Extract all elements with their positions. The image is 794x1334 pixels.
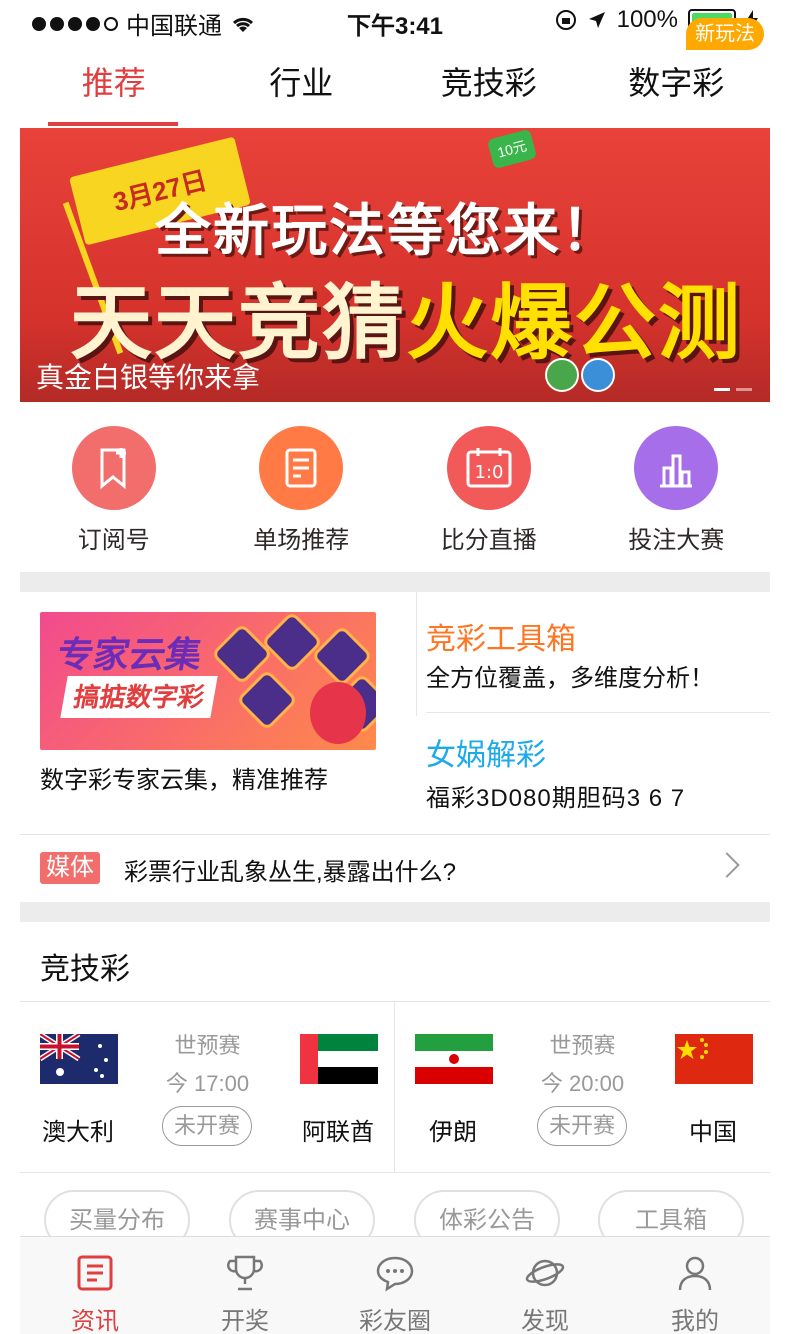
canvas: 中国联通 下午3:41 100% 推荐 行业 竞技彩 数字彩 3月27日 10元… xyxy=(0,0,794,1334)
battery-label: 100% xyxy=(616,6,678,33)
iran-flag-icon xyxy=(415,1034,493,1084)
banner-headline-2b: 火爆公测 xyxy=(406,278,743,369)
nav-discover[interactable]: 发现 xyxy=(470,1237,620,1334)
lottery-ball xyxy=(581,358,615,392)
menu-label: 比分直播 xyxy=(440,527,537,554)
match-round: 世预赛 xyxy=(549,1033,616,1058)
news-row[interactable]: 媒体 彩票行业乱象丛生,暴露出什么? xyxy=(20,834,770,902)
home-team: 澳大利 xyxy=(42,1119,114,1146)
matches: 澳大利 世预赛 今 17:00 未开赛 阿联酋 伊朗 世预赛 今 20:00 未… xyxy=(20,1002,770,1172)
menu-label: 订阅号 xyxy=(77,527,150,554)
section-gap xyxy=(20,572,770,592)
lottery-ball xyxy=(545,358,579,392)
nav-label: 发现 xyxy=(521,1308,569,1334)
expert-cloud-image[interactable]: 专家云集 搞掂数字彩 xyxy=(40,612,376,750)
menu-item-contest[interactable]: 投注大赛 xyxy=(583,404,771,570)
media-badge: 媒体 xyxy=(40,852,100,884)
tab-recommend[interactable]: 推荐 xyxy=(20,58,208,118)
bookmark-plus-icon xyxy=(71,426,156,510)
match-card[interactable]: 伊朗 世预赛 今 20:00 未开赛 中国 xyxy=(395,1002,770,1172)
menu-item-live-score[interactable]: 1:0 比分直播 xyxy=(395,404,583,570)
carousel-dot xyxy=(736,388,752,391)
lottery-balls xyxy=(545,358,615,392)
top-tabs: 推荐 行业 竞技彩 数字彩 xyxy=(20,58,770,118)
row-divider xyxy=(20,1172,770,1173)
section-gap xyxy=(20,902,770,922)
menu-label: 投注大赛 xyxy=(628,527,725,554)
active-tab-indicator xyxy=(48,122,178,126)
location-icon xyxy=(588,12,605,28)
toolbox-title[interactable]: 竞彩工具箱 xyxy=(426,614,576,658)
new-play-tag: 新玩法 xyxy=(686,18,764,50)
parrot-mascot xyxy=(310,682,366,744)
nuwa-title[interactable]: 女娲解彩 xyxy=(426,730,546,774)
carousel-indicator xyxy=(714,388,752,391)
nav-label: 我的 xyxy=(671,1308,719,1334)
phone-screen: 中国联通 下午3:41 100% 推荐 行业 竞技彩 数字彩 3月27日 10元… xyxy=(20,0,770,1334)
news-icon xyxy=(71,1249,119,1297)
status-bar: 中国联通 下午3:41 100% xyxy=(20,0,770,40)
menu-item-subscribe[interactable]: 订阅号 xyxy=(20,404,208,570)
scoreboard-icon: 1:0 xyxy=(446,426,531,510)
carousel-dot xyxy=(714,388,730,391)
expert-cloud-caption[interactable]: 数字彩专家云集，精准推荐 xyxy=(40,760,328,795)
expert-avatar xyxy=(260,612,324,674)
trophy-icon xyxy=(221,1249,269,1297)
nav-label: 资讯 xyxy=(71,1308,119,1334)
nav-news[interactable]: 资讯 xyxy=(20,1237,170,1334)
tab-sports-lottery[interactable]: 竞技彩 xyxy=(395,58,583,118)
toolbox-desc: 全方位覆盖，多维度分析！ xyxy=(426,665,714,692)
expert-cloud-title: 专家云集 xyxy=(53,634,206,675)
bar-chart-icon xyxy=(634,426,719,510)
vertical-divider xyxy=(416,592,417,716)
menu-item-single-pick[interactable]: 单场推荐 xyxy=(208,404,396,570)
match-time: 今 20:00 xyxy=(540,1071,625,1096)
home-team: 伊朗 xyxy=(429,1119,477,1146)
match-time: 今 17:00 xyxy=(165,1071,250,1096)
banner-caption: 真金白银等你来拿 xyxy=(36,362,261,393)
nav-profile[interactable]: 我的 xyxy=(620,1237,770,1334)
nav-label: 开奖 xyxy=(221,1308,269,1334)
chevron-right-icon xyxy=(714,852,740,878)
match-status: 未开赛 xyxy=(162,1106,252,1146)
match-status: 未开赛 xyxy=(537,1106,627,1146)
nav-community[interactable]: 彩友圈 xyxy=(320,1237,470,1334)
nuwa-desc: 福彩3D080期胆码3 6 7 xyxy=(426,785,686,812)
menu-label: 单场推荐 xyxy=(253,527,350,554)
rotation-lock-icon xyxy=(555,10,576,30)
news-headline: 彩票行业乱象丛生,暴露出什么? xyxy=(124,859,457,886)
icon-menu: 订阅号 单场推荐 1:0 比分直播 投注大赛 xyxy=(20,404,770,570)
tab-digital-lottery[interactable]: 数字彩 xyxy=(583,58,771,118)
match-round: 世预赛 xyxy=(174,1033,241,1058)
tab-industry[interactable]: 行业 xyxy=(208,58,396,118)
match-card[interactable]: 澳大利 世预赛 今 17:00 未开赛 阿联酋 xyxy=(20,1002,395,1172)
chat-icon xyxy=(371,1249,419,1297)
section-title: 竞技彩 xyxy=(40,953,130,986)
promo-banner[interactable]: 3月27日 10元 全新玩法等您来！ 天天竞猜火爆公测 真金白银等你来拿 xyxy=(20,128,770,402)
away-team: 阿联酋 xyxy=(302,1119,374,1146)
nav-label: 彩友圈 xyxy=(359,1308,431,1334)
document-icon xyxy=(259,426,344,510)
planet-icon xyxy=(521,1249,569,1297)
expert-cloud-subtitle: 搞掂数字彩 xyxy=(60,676,218,718)
user-icon xyxy=(671,1249,719,1297)
banner-headline-1: 全新玩法等您来！ xyxy=(155,199,619,262)
nav-draw[interactable]: 开奖 xyxy=(170,1237,320,1334)
horizontal-divider xyxy=(426,712,770,713)
china-flag-icon xyxy=(675,1034,753,1084)
feature-block: 专家云集 搞掂数字彩 数字彩专家云集，精准推荐 竞彩工具箱 全方位覆盖，多维度分… xyxy=(20,592,770,834)
australia-flag-icon xyxy=(40,1034,118,1084)
away-team: 中国 xyxy=(689,1119,737,1146)
svg-text:1:0: 1:0 xyxy=(474,462,503,483)
coupon-badge: 10元 xyxy=(486,128,538,170)
bottom-nav: 资讯 开奖 彩友圈 发现 我的 xyxy=(20,1236,770,1334)
uae-flag-icon xyxy=(300,1034,378,1084)
